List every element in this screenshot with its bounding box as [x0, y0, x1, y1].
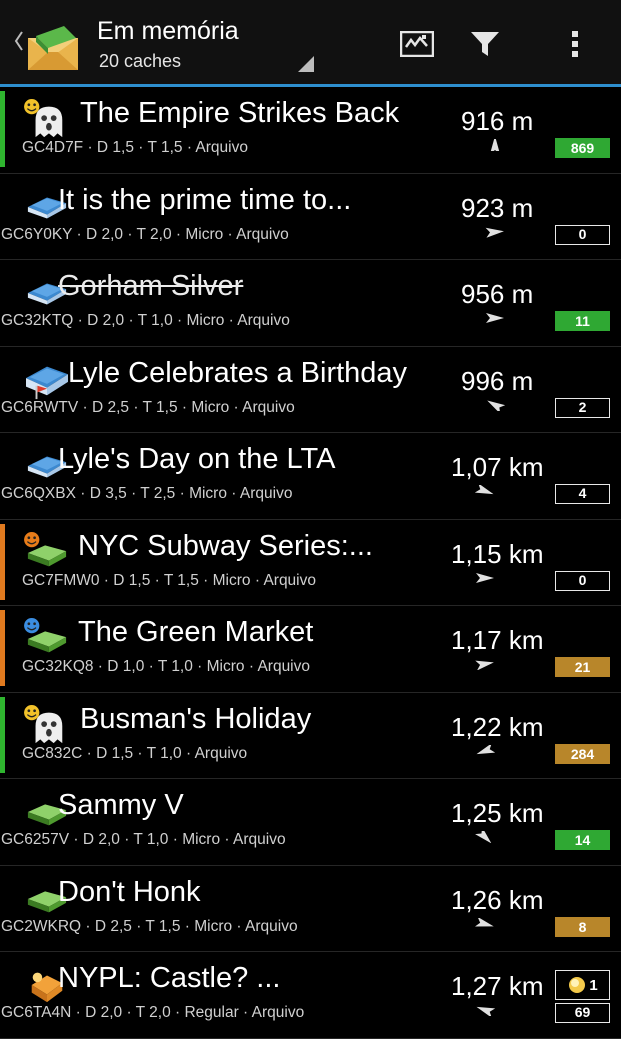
- cache-name: The Empire Strikes Back: [80, 97, 400, 129]
- ghost-virtual-cache-icon: [24, 99, 63, 138]
- favorite-count-badge: 0: [555, 570, 610, 591]
- action-bar: Em memória 20 caches: [0, 0, 621, 84]
- cache-distance: 916 m: [461, 106, 534, 136]
- cache-distance: 923 m: [461, 192, 534, 223]
- favorite-count-badge: 0: [555, 224, 610, 245]
- cache-name: The Green Market: [78, 616, 314, 648]
- direction-arrow-icon: [476, 572, 494, 583]
- cache-list-item[interactable]: The Green Market GC32KQ8 · D 1,0 · T 1,0 …: [0, 606, 621, 693]
- direction-arrow-icon: [475, 660, 494, 670]
- cache-info: GC6RWTV · D 2,5 · T 1,5 · Micro · Arquiv…: [1, 398, 295, 416]
- multi-cache-flag-icon: [26, 366, 68, 399]
- cache-info: GC4D7F · D 1,5 · T 1,5 · Arquivo: [22, 139, 248, 156]
- cache-name: Sammy V: [58, 789, 184, 821]
- map-button[interactable]: [392, 20, 442, 68]
- cache-info: GC832C · D 1,5 · T 1,0 · Arquivo: [22, 744, 248, 762]
- cgeo-envelope-cache-icon[interactable]: [24, 20, 84, 72]
- cache-name: It is the prime time to...: [58, 183, 352, 216]
- cache-distance: 996 m: [461, 365, 534, 396]
- favorite-count-badge: 8: [555, 916, 610, 937]
- cache-list[interactable]: The Empire Strikes Back GC4D7F · D 1,5 · …: [0, 87, 621, 1039]
- filter-icon: [471, 32, 499, 56]
- cache-list-item[interactable]: Lyle Celebrates a Birthday GC6RWTV · D 2,…: [0, 347, 621, 433]
- direction-arrow-icon: [475, 485, 494, 495]
- traditional-cache-icon: [24, 531, 67, 566]
- direction-arrow-icon: [486, 313, 504, 323]
- favorite-count-badge: 69: [555, 1003, 610, 1023]
- cache-name: Don't Honk: [58, 875, 201, 908]
- direction-arrow-icon: [475, 831, 492, 843]
- cache-list-item[interactable]: Busman's Holiday GC832C · D 1,5 · T 1,0 ·…: [0, 693, 621, 779]
- log-status-stripe: [0, 523, 5, 600]
- trackable-coin-icon: [569, 977, 586, 993]
- log-status-stripe: [0, 91, 5, 167]
- direction-arrow-icon: [485, 227, 504, 238]
- cache-info: GC32KQ8 · D 1,0 · T 1,0 · Micro · Arquiv…: [22, 658, 310, 675]
- cache-distance: 956 m: [461, 279, 534, 309]
- favorite-count-badge: 14: [555, 830, 610, 850]
- happy-smiley-icon: [24, 99, 40, 115]
- cache-list-item[interactable]: It is the prime time to... GC6Y0KY · D 2,…: [0, 174, 621, 260]
- cache-name: Gorham Silver: [58, 270, 244, 302]
- cache-list-item[interactable]: NYC Subway Series:... GC7FMW0 · D 1,5 · T…: [0, 520, 621, 606]
- cache-info: GC6TA4N · D 2,0 · T 2,0 · Regular · Arqu…: [1, 1004, 305, 1021]
- cache-count-subtitle: 20 caches: [99, 51, 182, 71]
- cache-list-item[interactable]: NYPL: Castle? ... GC6TA4N · D 2,0 · T 2,0…: [0, 952, 621, 1039]
- cache-distance: 1,26 km: [451, 884, 544, 915]
- filter-button[interactable]: [460, 20, 510, 68]
- direction-arrow-icon: [490, 139, 500, 151]
- trackables-badge: 1: [555, 970, 610, 1000]
- cache-list-item[interactable]: Don't Honk GC2WKRQ · D 2,5 · T 1,5 · Micr…: [0, 866, 621, 952]
- ghost-virtual-cache-icon: [24, 704, 63, 743]
- favorite-count-badge: 869: [555, 138, 610, 158]
- up-navigation-chevron-icon[interactable]: [14, 30, 24, 52]
- cache-distance: 1,07 km: [451, 452, 544, 482]
- page-title: Em memória: [97, 17, 239, 45]
- cache-name: Busman's Holiday: [80, 702, 312, 735]
- favorite-count-badge: 2: [555, 397, 610, 418]
- log-status-stripe: [0, 610, 5, 686]
- smiley-orange-icon: [24, 531, 40, 547]
- cache-distance: 1,25 km: [451, 798, 544, 828]
- cache-distance: 1,27 km: [451, 971, 544, 1001]
- overflow-menu-button[interactable]: [550, 20, 600, 68]
- cache-distance: 1,17 km: [451, 625, 544, 655]
- cache-name: NYPL: Castle? ...: [58, 962, 281, 994]
- direction-arrow-icon: [476, 1006, 495, 1016]
- cache-list-item[interactable]: Lyle's Day on the LTA GC6QXBX · D 3,5 · T…: [0, 433, 621, 520]
- direction-arrow-icon: [487, 400, 505, 411]
- cache-name: NYC Subway Series:...: [78, 529, 373, 562]
- favorite-count-badge: 11: [555, 311, 610, 331]
- overflow-menu-icon: [572, 31, 578, 57]
- cache-name: Lyle's Day on the LTA: [58, 443, 336, 475]
- trackables-count: 1: [589, 976, 598, 994]
- cache-info: GC2WKRQ · D 2,5 · T 1,5 · Micro · Arquiv…: [1, 917, 298, 935]
- cache-distance: 1,22 km: [451, 711, 544, 742]
- cache-list-item[interactable]: The Empire Strikes Back GC4D7F · D 1,5 · …: [0, 87, 621, 174]
- cache-distance: 1,15 km: [451, 538, 544, 569]
- log-status-stripe: [0, 696, 5, 773]
- happy-smiley-icon: [24, 704, 40, 720]
- cache-list-item[interactable]: Gorham Silver GC32KTQ · D 2,0 · T 1,0 · M…: [0, 260, 621, 347]
- cache-info: GC6257V · D 2,0 · T 1,0 · Micro · Arquiv…: [1, 831, 286, 848]
- direction-arrow-icon: [475, 917, 494, 927]
- cache-info: GC7FMW0 · D 1,5 · T 1,5 · Micro · Arquiv…: [22, 571, 316, 589]
- direction-arrow-icon: [476, 744, 495, 754]
- cache-info: GC32KTQ · D 2,0 · T 1,0 · Micro · Arquiv…: [1, 312, 290, 329]
- traditional-cache-icon: [24, 618, 67, 653]
- cache-name: Lyle Celebrates a Birthday: [68, 356, 408, 389]
- favorite-count-badge: 284: [555, 743, 610, 764]
- list-spinner-indicator-icon[interactable]: [298, 56, 314, 72]
- cache-list-item[interactable]: Sammy V GC6257V · D 2,0 · T 1,0 · Micro ·…: [0, 779, 621, 866]
- favorite-count-badge: 4: [555, 484, 610, 504]
- cache-info: GC6Y0KY · D 2,0 · T 2,0 · Micro · Arquiv…: [1, 225, 289, 243]
- favorite-count-badge: 21: [555, 657, 610, 677]
- map-icon: [400, 31, 434, 57]
- smiley-blue-icon: [24, 618, 40, 634]
- cache-info: GC6QXBX · D 3,5 · T 2,5 · Micro · Arquiv…: [1, 485, 293, 502]
